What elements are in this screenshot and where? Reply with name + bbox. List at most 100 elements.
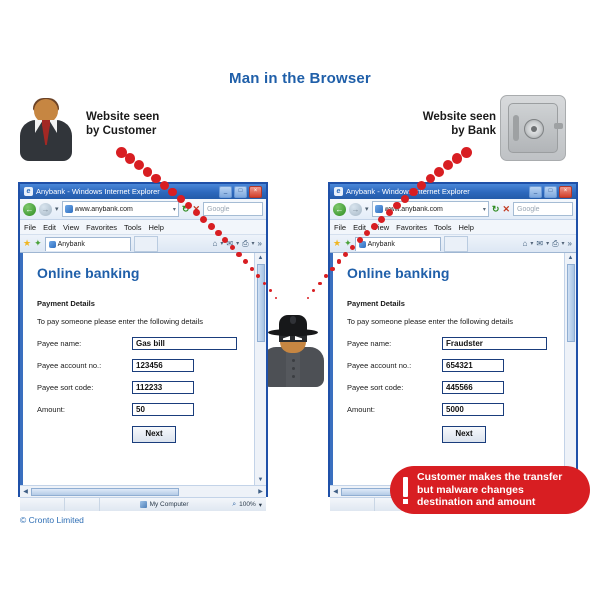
- payee-sort-label: Payee sort code:: [37, 383, 94, 392]
- home-caret-icon[interactable]: ▾: [530, 240, 533, 247]
- print-caret-icon[interactable]: ▾: [562, 240, 565, 247]
- menu-item-file[interactable]: File: [24, 223, 36, 232]
- scroll-left-icon[interactable]: ◀: [21, 488, 30, 495]
- connector-dot: [442, 160, 453, 171]
- horizontal-scroll-thumb[interactable]: [31, 487, 179, 496]
- vertical-scroll-thumb[interactable]: [566, 264, 575, 342]
- menu-item-favorites[interactable]: Favorites: [86, 223, 117, 232]
- overflow-chevron-icon[interactable]: »: [258, 239, 263, 248]
- scroll-up-icon[interactable]: ▲: [568, 253, 574, 263]
- site-icon: [374, 205, 383, 213]
- add-favorite-icon[interactable]: ✦: [34, 238, 42, 249]
- history-caret-icon[interactable]: ▾: [55, 205, 59, 213]
- payee-sort-input[interactable]: 445566: [442, 381, 504, 394]
- mail-caret-icon[interactable]: ▾: [236, 240, 239, 247]
- connector-dot: [151, 173, 161, 184]
- scroll-right-icon[interactable]: ▶: [256, 488, 265, 495]
- zoom-caret-icon[interactable]: ▾: [259, 501, 262, 509]
- bank-caption-line1: Website seen: [422, 111, 496, 123]
- payee-name-label: Payee name:: [347, 339, 392, 348]
- close-button[interactable]: ×: [249, 185, 262, 198]
- payee-account-input[interactable]: 123456: [132, 359, 194, 372]
- customer-caption-line1: Website seen: [86, 111, 160, 123]
- field-row-payee-sort: Payee sort code: 445566: [347, 381, 554, 394]
- connector-dot: [215, 230, 222, 237]
- back-icon[interactable]: ←: [23, 202, 36, 216]
- address-bar[interactable]: www.anybank.com ▾: [61, 201, 179, 217]
- menu-item-help[interactable]: Help: [149, 223, 164, 232]
- print-icon[interactable]: ⎙: [242, 239, 248, 249]
- connector-dot: [330, 266, 335, 271]
- amount-label: Amount:: [37, 405, 65, 414]
- menu-item-favorites[interactable]: Favorites: [396, 223, 427, 232]
- bank-caption-line2: by Bank: [451, 125, 496, 137]
- scroll-left-icon[interactable]: ◀: [331, 488, 340, 495]
- back-icon[interactable]: ←: [333, 202, 346, 216]
- close-button[interactable]: ×: [559, 185, 572, 198]
- forward-icon[interactable]: →: [39, 202, 52, 216]
- search-input[interactable]: Google: [513, 202, 573, 216]
- connector-dot: [451, 153, 463, 164]
- minimize-button[interactable]: _: [529, 185, 542, 198]
- search-input[interactable]: Google: [203, 202, 263, 216]
- field-row-payee-name: Payee name: Fraudster: [347, 337, 554, 350]
- amount-input[interactable]: 50: [132, 403, 194, 416]
- minimize-button[interactable]: _: [219, 185, 232, 198]
- overflow-chevron-icon[interactable]: »: [568, 239, 573, 248]
- maximize-button[interactable]: □: [234, 185, 247, 198]
- menu-item-tools[interactable]: Tools: [124, 223, 142, 232]
- chevron-down-icon[interactable]: ▾: [173, 206, 176, 213]
- horizontal-scrollbar[interactable]: ◀ ▶: [20, 485, 266, 497]
- print-caret-icon[interactable]: ▾: [252, 240, 255, 247]
- payee-name-input[interactable]: Gas bill: [132, 337, 237, 350]
- home-icon[interactable]: ⌂: [213, 239, 218, 248]
- customer-caption: Website seen by Customer: [86, 110, 159, 138]
- navigation-bar: ← → ▾ www.anybank.com ▾ ↻ ✕ Google: [330, 199, 576, 220]
- mail-caret-icon[interactable]: ▾: [546, 240, 549, 247]
- amount-input[interactable]: 5000: [442, 403, 504, 416]
- menu-item-edit[interactable]: Edit: [43, 223, 56, 232]
- scroll-down-icon[interactable]: ▼: [258, 475, 264, 485]
- new-tab-button[interactable]: [443, 235, 468, 252]
- menu-item-view[interactable]: View: [63, 223, 79, 232]
- next-button[interactable]: Next: [442, 426, 486, 443]
- zoom-control[interactable]: ⌕ 100% ▾: [228, 501, 266, 509]
- mail-icon[interactable]: ✉: [536, 239, 543, 248]
- chevron-down-icon[interactable]: ▾: [483, 206, 486, 213]
- payee-sort-input[interactable]: 112233: [132, 381, 194, 394]
- tab-anybank[interactable]: Anybank: [44, 236, 131, 251]
- vertical-scrollbar[interactable]: ▲ ▼: [254, 253, 266, 485]
- banking-page: Online banking Payment Details To pay so…: [330, 253, 564, 485]
- browser-window-customer[interactable]: e Anybank - Windows Internet Explorer _ …: [18, 182, 268, 511]
- callout-text: Customer makes the transfer but malware …: [417, 471, 562, 509]
- payee-account-input[interactable]: 654321: [442, 359, 504, 372]
- print-icon[interactable]: ⎙: [552, 239, 558, 249]
- vertical-scrollbar[interactable]: ▲ ▼: [564, 253, 576, 485]
- page-content: Online banking Payment Details To pay so…: [330, 253, 576, 485]
- scroll-up-icon[interactable]: ▲: [258, 253, 264, 263]
- favorites-star-icon[interactable]: ★: [333, 238, 341, 249]
- refresh-icon[interactable]: ↻: [492, 204, 500, 215]
- connector-dot: [207, 222, 215, 230]
- payee-name-input[interactable]: Fraudster: [442, 337, 547, 350]
- window-controls: _ □ ×: [529, 185, 574, 198]
- home-icon[interactable]: ⌂: [523, 239, 528, 248]
- payee-sort-label: Payee sort code:: [347, 383, 404, 392]
- menu-item-file[interactable]: File: [334, 223, 346, 232]
- field-row-payee-account: Payee account no.: 123456: [37, 359, 244, 372]
- tab-anybank[interactable]: Anybank: [354, 236, 441, 251]
- forward-icon[interactable]: →: [349, 202, 362, 216]
- menu-item-help[interactable]: Help: [459, 223, 474, 232]
- menu-item-tools[interactable]: Tools: [434, 223, 452, 232]
- connector-dot: [409, 187, 418, 197]
- customer-caption-line2: by Customer: [86, 125, 157, 137]
- next-button[interactable]: Next: [132, 426, 176, 443]
- connector-dot: [312, 289, 316, 293]
- favorites-star-icon[interactable]: ★: [23, 238, 31, 249]
- maximize-button[interactable]: □: [544, 185, 557, 198]
- hacker-button: [292, 375, 295, 378]
- new-tab-button[interactable]: [133, 235, 158, 252]
- callout-line2: but malware changes: [417, 483, 524, 496]
- stop-icon[interactable]: ✕: [502, 204, 510, 215]
- history-caret-icon[interactable]: ▾: [365, 205, 369, 213]
